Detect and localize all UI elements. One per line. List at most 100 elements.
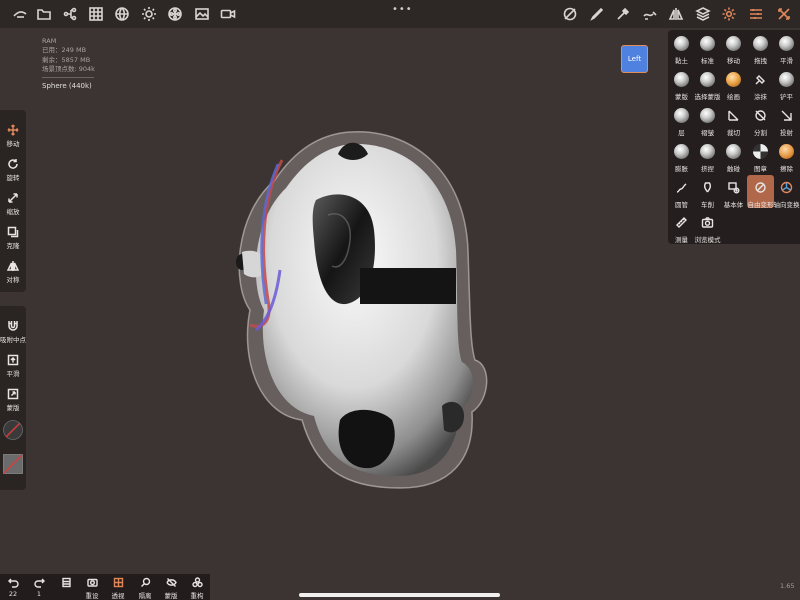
pipette-icon[interactable] — [614, 5, 632, 23]
clone-button[interactable]: 克隆 — [0, 226, 26, 250]
tool-flatten[interactable]: 铲平 — [773, 71, 800, 101]
move-icon — [7, 124, 19, 136]
cross-tools-icon[interactable] — [775, 5, 793, 23]
scale-label: 缩放 — [6, 208, 20, 216]
globe-icon[interactable] — [113, 5, 131, 23]
drag-icon — [753, 36, 768, 51]
undo-button[interactable]: 22 — [0, 577, 26, 598]
clone-label: 克隆 — [6, 242, 20, 250]
scene-tree-icon[interactable] — [61, 5, 79, 23]
ram-used: 已用：249 MB — [42, 46, 87, 55]
isolate-label: 隔离 — [138, 592, 152, 600]
trim-icon — [726, 108, 741, 123]
mask-button[interactable]: 蒙版 — [0, 388, 26, 412]
perspective-icon — [113, 577, 123, 588]
perspective-label: 透视 — [111, 592, 125, 600]
snap-center-label: 吸附中点 — [0, 336, 26, 344]
mask-label: 蒙版 — [6, 404, 20, 412]
smooth-icon — [7, 354, 19, 366]
more-dots[interactable]: ••• — [392, 4, 413, 15]
viewport-3d-model[interactable] — [220, 120, 500, 500]
primitive-icon — [726, 180, 741, 195]
move-brush-icon — [726, 36, 741, 51]
sculpt-tools-panel: 黏土 标准 移动 拖拽 平滑 蒙版 选择蒙版 绘画 涂抹 铲平 层 褶皱 裁切 … — [668, 30, 800, 244]
symmetry-icon — [7, 261, 19, 271]
selected-object-label[interactable]: Sphere (440k) — [42, 82, 95, 91]
split-icon — [753, 108, 768, 123]
ram-label: RAM — [42, 37, 57, 45]
folder-icon[interactable] — [35, 5, 53, 23]
isolate-button[interactable]: 隔离 — [132, 577, 158, 600]
settings-icon[interactable] — [720, 5, 738, 23]
sun-icon[interactable] — [140, 5, 158, 23]
reset-view-button[interactable]: 重设 — [79, 577, 105, 600]
redo-count: 1 — [36, 590, 42, 598]
snap-center-button[interactable]: 吸附中点 — [0, 320, 26, 344]
image-icon[interactable] — [193, 5, 211, 23]
move-button[interactable]: 移动 — [0, 124, 26, 148]
mask-brush-icon — [674, 72, 689, 87]
select-mask-icon — [700, 72, 715, 87]
pinch-icon — [700, 144, 715, 159]
scale-button[interactable]: 缩放 — [0, 192, 26, 216]
reset-camera-icon — [86, 578, 98, 587]
crease-icon — [700, 108, 715, 123]
scale-icon — [8, 193, 18, 203]
remesh-label: 重构 — [190, 592, 204, 600]
tools-menu-icon[interactable] — [747, 5, 765, 23]
stroke-icon[interactable] — [641, 5, 659, 23]
mirror-icon[interactable] — [667, 5, 685, 23]
smudge-icon — [753, 72, 768, 87]
magnifier-icon — [140, 577, 150, 587]
free-deform-icon — [753, 180, 768, 195]
undo-count: 22 — [8, 590, 18, 598]
mask-icon — [7, 388, 19, 400]
material-color-swatch[interactable] — [3, 420, 23, 440]
tool-axis-transform[interactable]: 轴向变换 — [773, 179, 800, 209]
view-cube-label: Left — [627, 55, 642, 63]
tool-erase[interactable]: 擦除 — [773, 143, 800, 173]
tool-project[interactable]: 投射 — [773, 107, 800, 137]
stamp-icon — [753, 144, 768, 159]
fps-counter: 1.65 — [780, 582, 795, 590]
video-camera-icon[interactable] — [219, 5, 237, 23]
scene-vertex-count: 场景顶点数: 904k — [42, 64, 95, 73]
selection-icon[interactable] — [561, 5, 579, 23]
brush-icon[interactable] — [588, 5, 606, 23]
mask-toggle-button[interactable]: 蒙版 — [158, 577, 184, 600]
left-transform-toolbar: 移动 旋转 缩放 克隆 对称 — [0, 110, 26, 292]
paint-icon — [726, 72, 741, 87]
view-cube[interactable]: Left — [621, 45, 648, 73]
remesh-button[interactable]: 重构 — [184, 577, 210, 600]
wireframe-button[interactable] — [53, 577, 79, 590]
touch-icon — [726, 144, 741, 159]
undo-icon — [7, 578, 19, 588]
logo-icon[interactable] — [11, 5, 29, 23]
layers-icon[interactable] — [694, 5, 712, 23]
film-reel-icon[interactable] — [166, 5, 184, 23]
axis-transform-icon — [779, 180, 794, 195]
symmetry-button[interactable]: 对称 — [0, 260, 26, 284]
stats-overlay: RAM 已用：249 MB 剩余：5857 MB 场景顶点数: 904k Sph… — [42, 37, 95, 91]
left-tool-options-toolbar: 吸附中点 平滑 蒙版 — [0, 306, 26, 490]
tool-smooth[interactable]: 平滑 — [773, 35, 800, 65]
perspective-button[interactable]: 透视 — [105, 577, 131, 600]
rotate-button[interactable]: 旋转 — [0, 158, 26, 182]
redo-button[interactable]: 1 — [26, 577, 52, 598]
smooth-button[interactable]: 平滑 — [0, 354, 26, 378]
project-icon — [779, 108, 794, 123]
move-label: 移动 — [6, 140, 20, 148]
rotate-icon — [8, 159, 18, 169]
ruler-icon — [674, 215, 689, 230]
remesh-icon — [191, 577, 203, 588]
clay-icon — [674, 36, 689, 51]
home-indicator[interactable] — [299, 593, 500, 597]
inflate-icon — [674, 144, 689, 159]
paint-color-swatch[interactable] — [3, 454, 23, 474]
top-toolbar: ••• — [0, 0, 800, 28]
grid-icon[interactable] — [87, 5, 105, 23]
bottom-toolbar: 22 1 重设 透视 隔离 蒙版 重构 — [0, 574, 210, 600]
symmetry-label: 对称 — [6, 276, 20, 284]
clone-icon — [7, 226, 19, 238]
tool-browse-mode[interactable]: 浏览模式 — [694, 214, 721, 244]
